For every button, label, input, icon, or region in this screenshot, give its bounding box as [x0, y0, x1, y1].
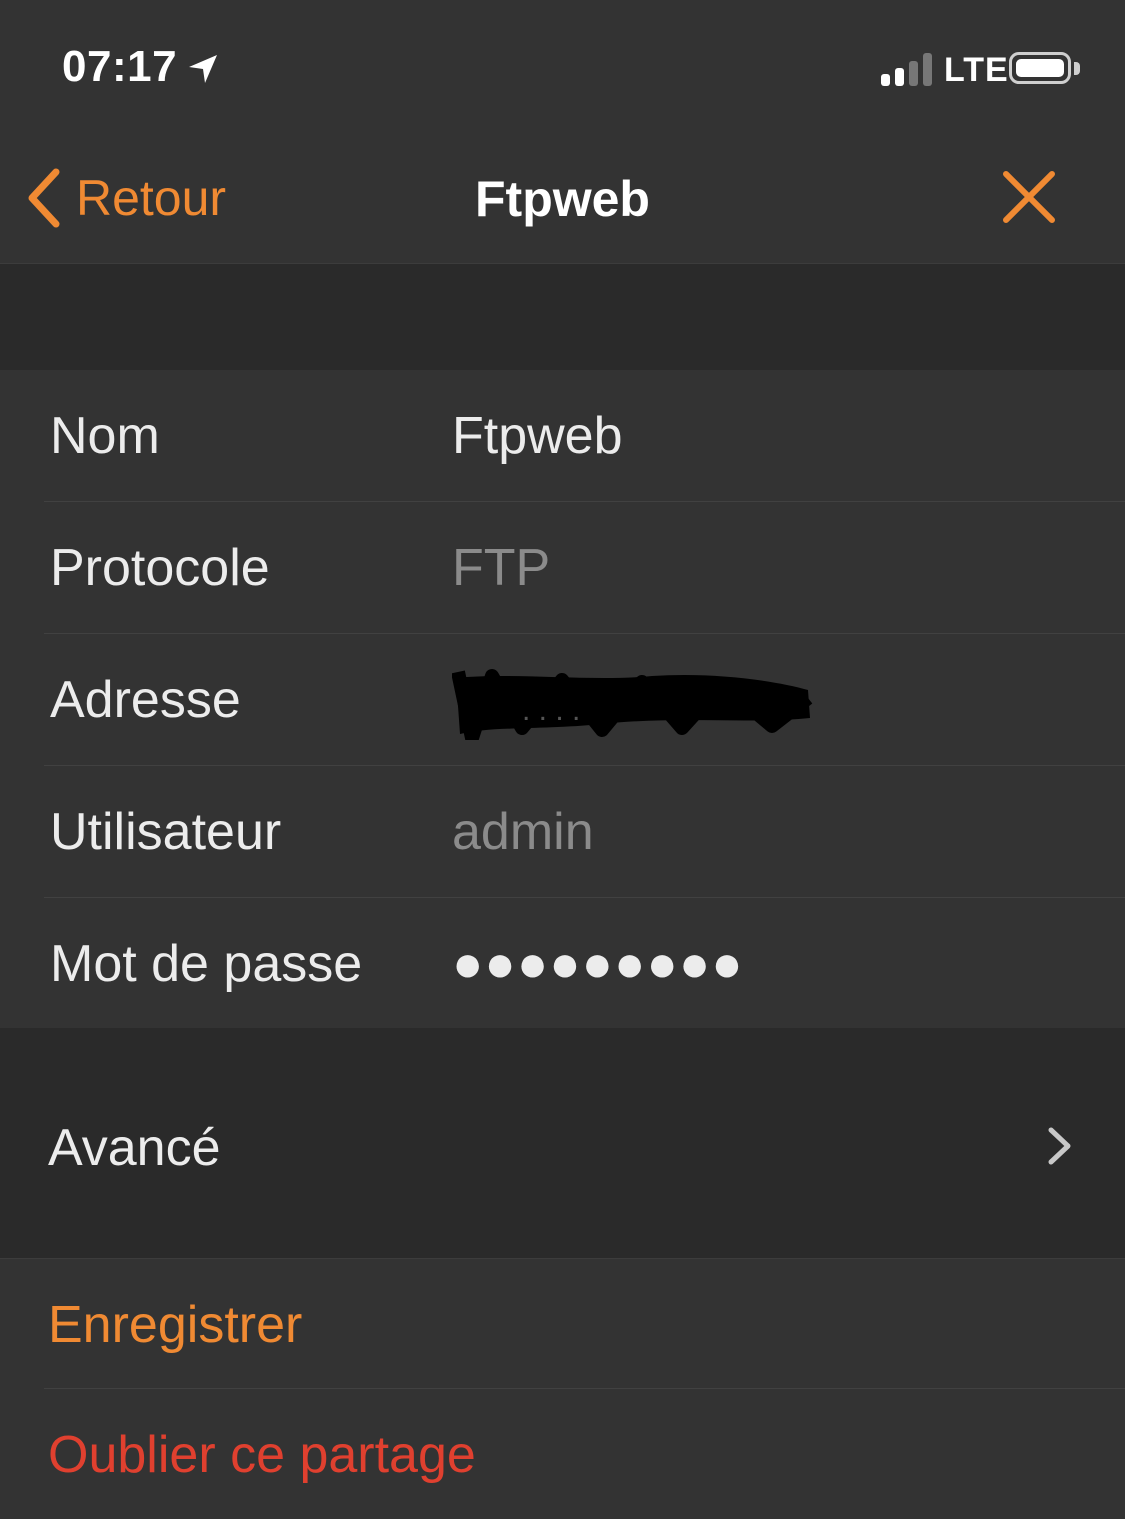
protocol-field[interactable]: FTP [452, 538, 550, 598]
password-field[interactable]: ●●●●●●●●● [452, 934, 744, 994]
battery-icon [1009, 52, 1071, 84]
status-bar: 07:17 LTE [0, 0, 1125, 130]
password-label: Mot de passe [50, 935, 363, 993]
battery-tip [1074, 62, 1080, 75]
name-row[interactable]: Nom Ftpweb [0, 370, 1125, 502]
forget-share-label: Oublier ce partage [48, 1426, 476, 1484]
address-field-redacted[interactable]: . . . . [452, 668, 814, 740]
forget-share-button[interactable]: Oublier ce partage [0, 1389, 1125, 1519]
save-button[interactable]: Enregistrer [0, 1259, 1125, 1389]
network-type: LTE [944, 51, 1009, 89]
advanced-label: Avancé [48, 1119, 221, 1177]
user-label: Utilisateur [50, 803, 282, 861]
close-icon[interactable] [1000, 168, 1058, 226]
address-label: Adresse [50, 671, 241, 729]
svg-text:. . . .: . . . . [522, 694, 580, 727]
name-label: Nom [50, 407, 160, 465]
navigation-bar: Ftpweb Retour [0, 130, 1125, 264]
signal-bars-icon [881, 52, 935, 86]
protocol-label: Protocole [50, 539, 270, 597]
chevron-left-icon [28, 168, 60, 228]
advanced-row[interactable]: Avancé [0, 1060, 1125, 1230]
user-row[interactable]: Utilisateur admin [0, 766, 1125, 898]
back-button[interactable]: Retour [24, 166, 226, 230]
back-label: Retour [76, 170, 227, 226]
protocol-row[interactable]: Protocole FTP [0, 502, 1125, 634]
save-label: Enregistrer [48, 1296, 303, 1354]
status-time: 07:17 [62, 42, 178, 91]
chevron-right-icon [1048, 1127, 1071, 1165]
user-field[interactable]: admin [452, 802, 594, 862]
name-field[interactable]: Ftpweb [452, 406, 623, 466]
actions-group: Enregistrer Oublier ce partage [0, 1258, 1125, 1519]
password-row[interactable]: Mot de passe ●●●●●●●●● [0, 898, 1125, 1030]
location-arrow-icon [189, 55, 217, 83]
